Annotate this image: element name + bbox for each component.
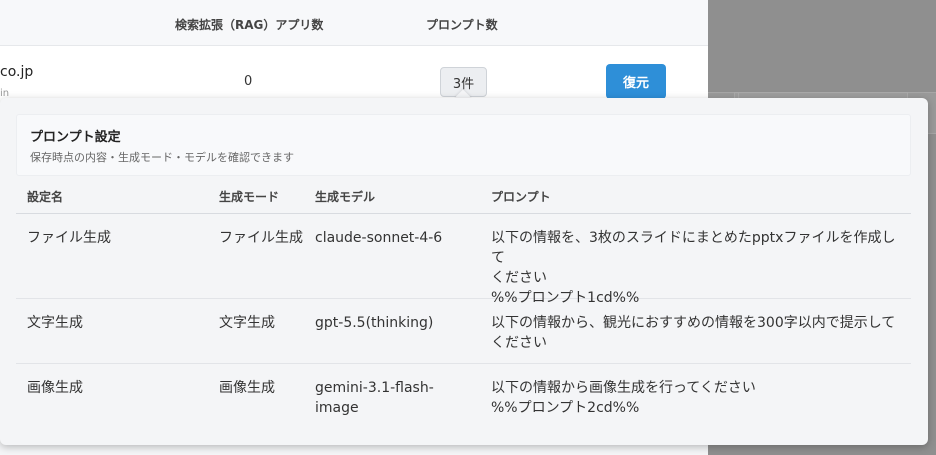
prompt-text: 以下の情報から画像生成を行ってください %%プロンプト2cd%% <box>491 380 756 416</box>
prompt-settings-table: 設定名 生成モード 生成モデル プロンプト ファイル生成 ファイル生成 clau… <box>16 177 911 429</box>
table-header: 検索拡張（RAG）アプリ数 プロンプト数 <box>0 0 708 46</box>
column-header-prompt: プロンプト <box>491 190 551 204</box>
table-row: 画像生成 画像生成 gemini-3.1-flash- image 以下の情報か… <box>16 364 911 429</box>
rag-apps-column-header: 検索拡張（RAG）アプリ数 <box>175 18 324 32</box>
generation-mode: 文字生成 <box>219 315 275 331</box>
table-row: ファイル生成 ファイル生成 claude-sonnet-4-6 以下の情報を、3… <box>16 214 911 306</box>
generation-model: gemini-3.1-flash- image <box>315 380 434 416</box>
prompt-settings-popover: プロンプト設定 保存時点の内容・生成モード・モデルを確認できます 設定名 生成モ… <box>0 98 928 445</box>
setting-name: 文字生成 <box>27 315 83 331</box>
generation-model: gpt-5.5(thinking) <box>315 315 434 331</box>
prompt-text: 以下の情報から、観光におすすめの情報を300字以内で提示して ください <box>491 315 896 351</box>
setting-name: ファイル生成 <box>27 230 111 246</box>
generation-mode: ファイル生成 <box>219 230 303 246</box>
setting-name: 画像生成 <box>27 380 83 396</box>
prompts-column-header: プロンプト数 <box>426 18 498 32</box>
column-header-setting-name: 設定名 <box>27 190 64 204</box>
generation-model: claude-sonnet-4-6 <box>315 230 443 246</box>
popover-subtitle: 保存時点の内容・生成モード・モデルを確認できます <box>30 151 294 164</box>
popover-header: プロンプト設定 保存時点の内容・生成モード・モデルを確認できます <box>16 114 911 176</box>
prompt-text: 以下の情報を、3枚のスライドにまとめたpptxファイルを作成して ください %%… <box>491 230 896 306</box>
prompt-table-header: 設定名 生成モード 生成モデル プロンプト <box>16 177 911 214</box>
restore-button[interactable]: 復元 <box>606 64 666 99</box>
table-row: 文字生成 文字生成 gpt-5.5(thinking) 以下の情報から、観光にお… <box>16 299 911 364</box>
column-header-generation-mode: 生成モード <box>219 190 280 204</box>
table-row: co.jp in 0 <box>0 46 708 106</box>
popover-title: プロンプト設定 <box>30 130 121 145</box>
column-header-generation-model: 生成モデル <box>315 190 376 204</box>
generation-mode: 画像生成 <box>219 380 275 396</box>
rag-app-count: 0 <box>244 74 253 89</box>
account-email: co.jp <box>0 64 34 80</box>
